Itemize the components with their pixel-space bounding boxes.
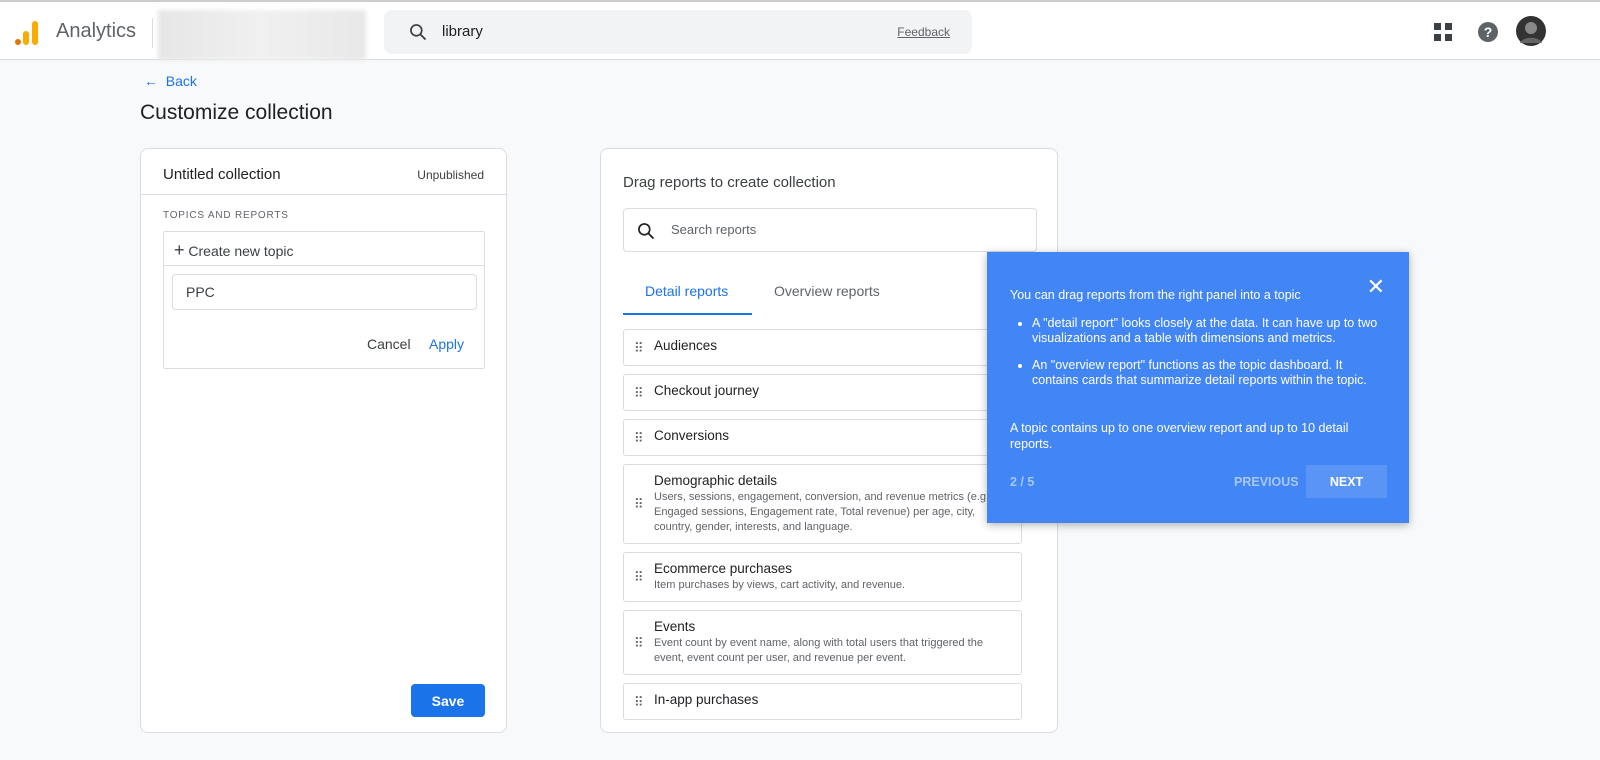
account-selector[interactable] — [158, 10, 366, 60]
report-title: In-app purchases — [654, 692, 759, 707]
report-description: Item purchases by views, cart activity, … — [654, 579, 906, 591]
report-item[interactable]: ⠿ Ecommerce purchases Item purchases by vi… — [623, 552, 1022, 602]
svg-text:?: ? — [1484, 24, 1493, 40]
onboarding-tooltip: ✕ You can drag reports from the right pa… — [987, 252, 1409, 523]
topic-editor: + Create new topic Cancel Apply — [163, 231, 485, 369]
report-item[interactable]: ⠿ In-app purchases — [623, 683, 1022, 720]
create-topic-label: Create new topic — [188, 243, 294, 259]
search-icon — [410, 24, 427, 41]
search-bar[interactable]: library Feedback — [384, 10, 972, 54]
back-link[interactable]: ← Back — [144, 73, 197, 89]
tab-overview-reports[interactable]: Overview reports — [774, 283, 880, 299]
search-reports-input[interactable]: Search reports — [623, 208, 1037, 252]
divider — [152, 18, 153, 48]
report-item[interactable]: ⠿ Checkout journey — [623, 374, 1022, 411]
topic-name-input[interactable] — [172, 274, 477, 310]
report-tabs: Detail reports Overview reports — [623, 269, 1037, 315]
search-icon — [638, 223, 655, 240]
report-description: Event count by event name, along with to… — [654, 637, 983, 664]
tooltip-bullet: A "detail report" looks closely at the d… — [1032, 316, 1387, 346]
next-button[interactable]: NEXT — [1306, 465, 1387, 498]
collection-panel: Untitled collection Unpublished TOPICS AN… — [140, 148, 507, 733]
back-label: Back — [165, 73, 197, 89]
step-counter: 2 / 5 — [1010, 475, 1035, 489]
drag-handle-icon[interactable]: ⠿ — [634, 498, 644, 511]
tooltip-bullet: An "overview report" functions as the to… — [1032, 358, 1387, 388]
drag-handle-icon[interactable]: ⠿ — [634, 571, 644, 584]
report-item[interactable]: ⠿ Conversions — [623, 419, 1022, 456]
apps-grid-icon[interactable] — [1434, 23, 1452, 41]
reports-heading: Drag reports to create collection — [623, 174, 836, 191]
app-name: Analytics — [56, 20, 137, 42]
help-icon[interactable]: ? — [1477, 21, 1499, 43]
report-item[interactable]: ⠿ Events Event count by event name, along … — [623, 610, 1022, 675]
report-item[interactable]: ⠿ Demographic details Users, sessions, eng… — [623, 464, 1022, 544]
search-placeholder: Search reports — [671, 222, 757, 237]
top-bar: Analytics library Feedback ? — [0, 0, 1600, 60]
drag-handle-icon[interactable]: ⠿ — [634, 386, 644, 399]
report-title: Demographic details — [654, 473, 778, 488]
create-topic-button[interactable]: + Create new topic — [164, 232, 484, 266]
cancel-button[interactable]: Cancel — [367, 336, 411, 352]
arrow-left-icon: ← — [144, 73, 158, 89]
drag-handle-icon[interactable]: ⠿ — [634, 695, 644, 708]
avatar[interactable] — [1516, 16, 1546, 46]
drag-handle-icon[interactable]: ⠿ — [634, 636, 644, 649]
drag-handle-icon[interactable]: ⠿ — [634, 431, 644, 444]
report-item[interactable]: ⠿ Audiences — [623, 329, 1022, 366]
close-icon[interactable]: ✕ — [1367, 274, 1385, 300]
report-title: Ecommerce purchases — [654, 561, 793, 576]
save-button[interactable]: Save — [411, 684, 485, 717]
tab-detail-reports[interactable]: Detail reports — [645, 283, 728, 299]
active-tab-indicator — [623, 313, 752, 315]
tooltip-heading: You can drag reports from the right pane… — [1010, 288, 1301, 302]
report-title: Events — [654, 619, 696, 634]
report-description: Users, sessions, engagement, conversion,… — [654, 491, 990, 533]
report-title: Conversions — [654, 428, 730, 443]
analytics-logo — [15, 21, 38, 45]
report-title: Audiences — [654, 338, 718, 353]
search-input[interactable]: library — [442, 23, 483, 40]
collection-name: Untitled collection — [163, 166, 281, 183]
page-title: Customize collection — [140, 101, 333, 124]
drag-handle-icon[interactable]: ⠿ — [634, 341, 644, 354]
section-label: TOPICS AND REPORTS — [163, 210, 289, 221]
previous-button[interactable]: PREVIOUS — [1234, 475, 1299, 489]
apply-button[interactable]: Apply — [429, 336, 464, 352]
report-title: Checkout journey — [654, 383, 760, 398]
feedback-link[interactable]: Feedback — [897, 25, 950, 39]
status-badge: Unpublished — [417, 168, 484, 182]
report-list: ⠿ Audiences ⠿ Checkout journey ⠿ Conversions ⠿… — [623, 329, 1022, 728]
plus-icon: + — [174, 240, 185, 260]
tooltip-footer: A topic contains up to one overview repo… — [1010, 421, 1349, 451]
